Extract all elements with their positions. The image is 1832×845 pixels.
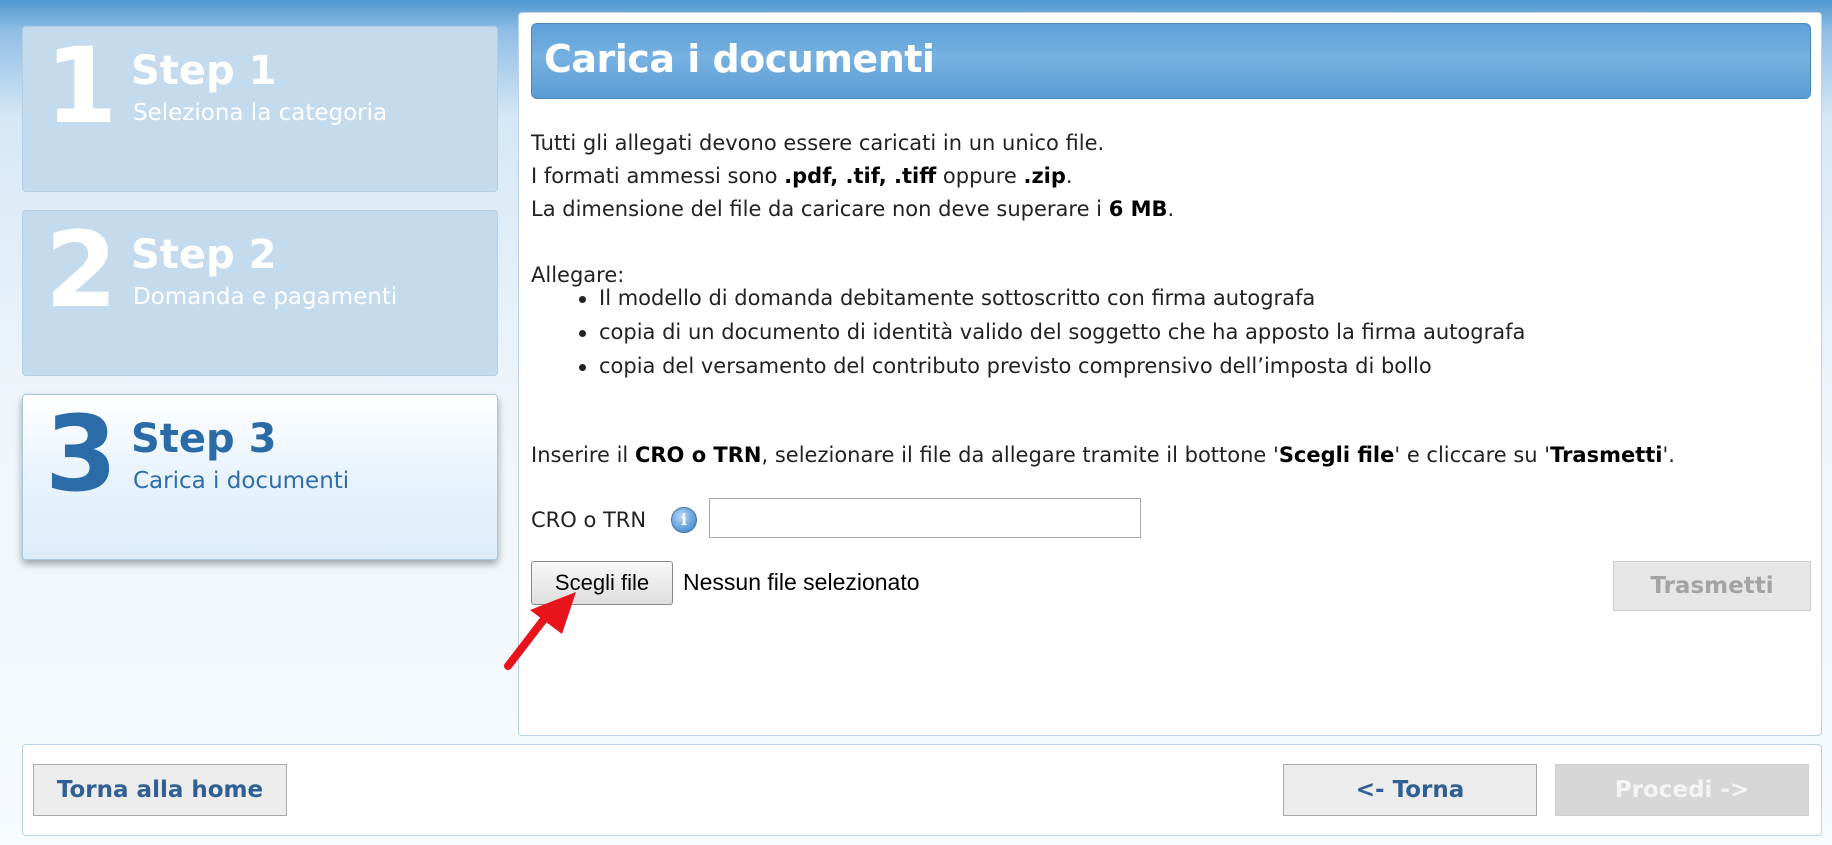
instruction-cro: CRO o TRN xyxy=(634,443,762,467)
instruction-transmit: Trasmetti xyxy=(1550,443,1663,467)
intro-format-zip: .zip xyxy=(1023,164,1066,188)
upload-panel: Carica i documenti Tutti gli allegati de… xyxy=(518,12,1822,736)
list-item: Il modello di domanda debitamente sottos… xyxy=(578,281,1525,315)
intro-formats-or: oppure xyxy=(936,164,1024,188)
step-1-card: 1 Step 1 Seleziona la categoria xyxy=(22,26,498,192)
step-1-subtitle: Seleziona la categoria xyxy=(133,100,388,126)
intro-formats: .pdf, .tif, .tiff xyxy=(784,164,937,188)
step-1-title: Step 1 xyxy=(131,48,277,94)
step-3-title: Step 3 xyxy=(131,416,277,462)
next-button[interactable]: Procedi -> xyxy=(1555,764,1809,816)
instructions-text: Inserire il CRO o TRN, selezionare il fi… xyxy=(531,439,1675,472)
back-button[interactable]: <- Torna xyxy=(1283,764,1537,816)
intro-line-2: I formati ammessi sono .pdf, .tif, .tiff… xyxy=(531,160,1073,193)
instruction-choose-file: Scegli file xyxy=(1278,443,1395,467)
red-arrow-annotation-icon xyxy=(504,592,576,670)
info-icon[interactable]: i xyxy=(671,507,697,533)
list-item: copia di un documento di identità valido… xyxy=(578,315,1525,349)
instruction-prefix: Inserire il xyxy=(531,443,635,467)
intro-size-limit: 6 MB xyxy=(1108,197,1168,221)
page-title: Carica i documenti xyxy=(544,37,935,81)
step-2-number: 2 xyxy=(45,209,118,331)
instruction-mid-1: , selezionare il file da allegare tramit… xyxy=(761,443,1279,467)
intro-size-prefix: La dimensione del file da caricare non d… xyxy=(531,197,1109,221)
footer-nav: Torna alla home <- Torna Procedi -> xyxy=(22,744,1822,836)
step-3-subtitle: Carica i documenti xyxy=(133,468,350,494)
step-3-number: 3 xyxy=(45,393,118,515)
step-1-number: 1 xyxy=(45,25,118,147)
list-item: copia del versamento del contributo prev… xyxy=(578,349,1525,383)
step-2-card: 2 Step 2 Domanda e pagamenti xyxy=(22,210,498,376)
instruction-mid-2: ' e cliccare su ' xyxy=(1394,443,1551,467)
intro-size-end: . xyxy=(1167,197,1175,221)
intro-formats-end: . xyxy=(1065,164,1073,188)
panel-header: Carica i documenti xyxy=(531,23,1811,99)
intro-line-1: Tutti gli allegati devono essere caricat… xyxy=(531,131,1105,155)
cro-label: CRO o TRN xyxy=(531,508,647,532)
step-2-subtitle: Domanda e pagamenti xyxy=(133,284,398,310)
file-status-text: Nessun file selezionato xyxy=(683,569,920,595)
intro-line-3: La dimensione del file da caricare non d… xyxy=(531,193,1174,226)
transmit-button[interactable]: Trasmetti xyxy=(1613,561,1811,611)
step-3-card-active: 3 Step 3 Carica i documenti xyxy=(22,394,498,560)
home-button[interactable]: Torna alla home xyxy=(33,764,287,816)
instruction-end: '. xyxy=(1662,443,1675,467)
cro-trn-input[interactable] xyxy=(709,498,1141,538)
intro-formats-prefix: I formati ammessi sono xyxy=(531,164,785,188)
attachment-list: Il modello di domanda debitamente sottos… xyxy=(531,281,1525,383)
step-2-title: Step 2 xyxy=(131,232,277,278)
